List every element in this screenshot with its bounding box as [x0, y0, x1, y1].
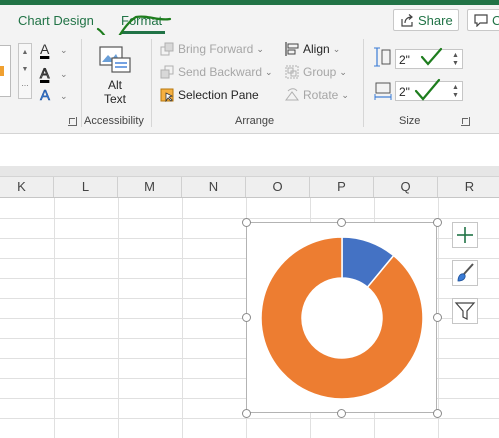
group-separator: [81, 39, 82, 127]
alt-text-line2: Text: [103, 92, 126, 106]
rotate-label: Rotate: [303, 88, 339, 102]
height-spin-up[interactable]: ▲: [452, 52, 460, 59]
chart-elements-button[interactable]: [452, 222, 478, 248]
shape-width-icon: [374, 82, 392, 100]
width-spin-up[interactable]: ▲: [452, 84, 460, 91]
resize-handle-top-left[interactable]: [242, 218, 251, 227]
paintbrush-icon: [457, 263, 474, 282]
share-label: Share: [418, 13, 453, 28]
annotation-check-icon: [420, 47, 443, 66]
column-header-l[interactable]: L: [54, 177, 118, 197]
chart-filters-button[interactable]: [452, 298, 478, 324]
resize-handle-left[interactable]: [242, 313, 251, 322]
height-spin-down[interactable]: ▼: [452, 60, 460, 67]
chart-area[interactable]: [246, 222, 437, 413]
bring-forward-icon: [160, 42, 174, 56]
width-spin-down[interactable]: ▼: [452, 92, 460, 99]
accessibility-group-label: Accessibility: [84, 115, 144, 127]
column-headers: K L M N O P Q R: [0, 177, 499, 198]
selection-pane-button[interactable]: Selection Pane: [160, 88, 259, 102]
tab-bar: Chart Design Format Share C: [0, 5, 499, 52]
formula-bar-divider: [0, 166, 499, 177]
share-button[interactable]: Share: [393, 9, 459, 31]
align-button[interactable]: Align ⌄: [285, 42, 340, 56]
text-fill-button[interactable]: A ⌄: [38, 41, 70, 59]
resize-handle-top-right[interactable]: [433, 218, 442, 227]
rotate-button[interactable]: Rotate ⌄: [285, 88, 349, 102]
selection-pane-label: Selection Pane: [178, 88, 259, 102]
align-label: Align: [303, 42, 330, 56]
alt-text-label: Alt Text: [92, 78, 138, 106]
text-outline-button[interactable]: A ⌄: [38, 65, 70, 83]
comments-label: C: [492, 13, 499, 28]
wordart-dialog-launcher[interactable]: [68, 117, 77, 126]
group-separator: [151, 39, 152, 127]
size-group-label: Size: [399, 115, 421, 127]
arrange-group-label: Arrange: [235, 115, 275, 127]
column-header-p[interactable]: P: [310, 177, 374, 197]
comment-icon: [474, 14, 488, 27]
group-icon: [285, 65, 299, 79]
plus-icon: [457, 227, 473, 243]
doughnut-slice-2[interactable]: [260, 236, 424, 400]
column-header-q[interactable]: Q: [374, 177, 438, 197]
column-header-n[interactable]: N: [182, 177, 246, 197]
shape-height-icon: [374, 47, 391, 67]
comments-button[interactable]: C: [467, 9, 499, 31]
resize-handle-bottom[interactable]: [337, 409, 346, 418]
group-separator: [363, 39, 364, 127]
shape-height-value: 2": [399, 53, 410, 67]
alt-text-icon: [99, 46, 131, 73]
rotate-icon: [285, 88, 299, 101]
column-header-k[interactable]: K: [0, 177, 54, 197]
shape-width-value: 2": [399, 85, 410, 99]
selection-pane-icon: [160, 88, 174, 102]
resize-handle-bottom-left[interactable]: [242, 409, 251, 418]
resize-handle-right[interactable]: [433, 313, 442, 322]
bring-forward-label: Bring Forward: [178, 42, 254, 56]
resize-handle-bottom-right[interactable]: [433, 409, 442, 418]
ribbon: ▲▼⋯ A ⌄ A ⌄ A ⌄ Alt Text Accessibility: [0, 35, 499, 134]
group-button[interactable]: Group ⌄: [285, 65, 347, 79]
group-label: Group: [303, 65, 337, 79]
column-header-r[interactable]: R: [438, 177, 499, 197]
send-backward-label: Send Backward: [178, 65, 263, 79]
size-dialog-launcher[interactable]: [461, 117, 470, 126]
alt-text-button[interactable]: Alt Text: [92, 43, 138, 111]
shape-style-preview[interactable]: [0, 45, 11, 97]
share-icon: [401, 14, 413, 27]
funnel-icon: [454, 302, 476, 320]
annotation-check-icon: [414, 78, 441, 101]
resize-handle-top[interactable]: [337, 218, 346, 227]
send-backward-button[interactable]: Send Backward ⌄: [160, 65, 273, 79]
align-icon: [285, 42, 299, 56]
doughnut-chart[interactable]: [247, 223, 436, 412]
column-header-m[interactable]: M: [118, 177, 182, 197]
formula-bar-area: [0, 134, 499, 166]
alt-text-line1: Alt: [107, 78, 122, 92]
style-gallery-scroll[interactable]: ▲ ▼ ⋯: [18, 43, 32, 99]
column-header-o[interactable]: O: [246, 177, 310, 197]
send-backward-icon: [160, 65, 174, 79]
bring-forward-button[interactable]: Bring Forward ⌄: [160, 42, 264, 56]
tab-chart-design[interactable]: Chart Design: [18, 13, 94, 28]
chart-styles-button[interactable]: [452, 260, 478, 286]
text-effects-button[interactable]: A ⌄: [38, 87, 70, 105]
